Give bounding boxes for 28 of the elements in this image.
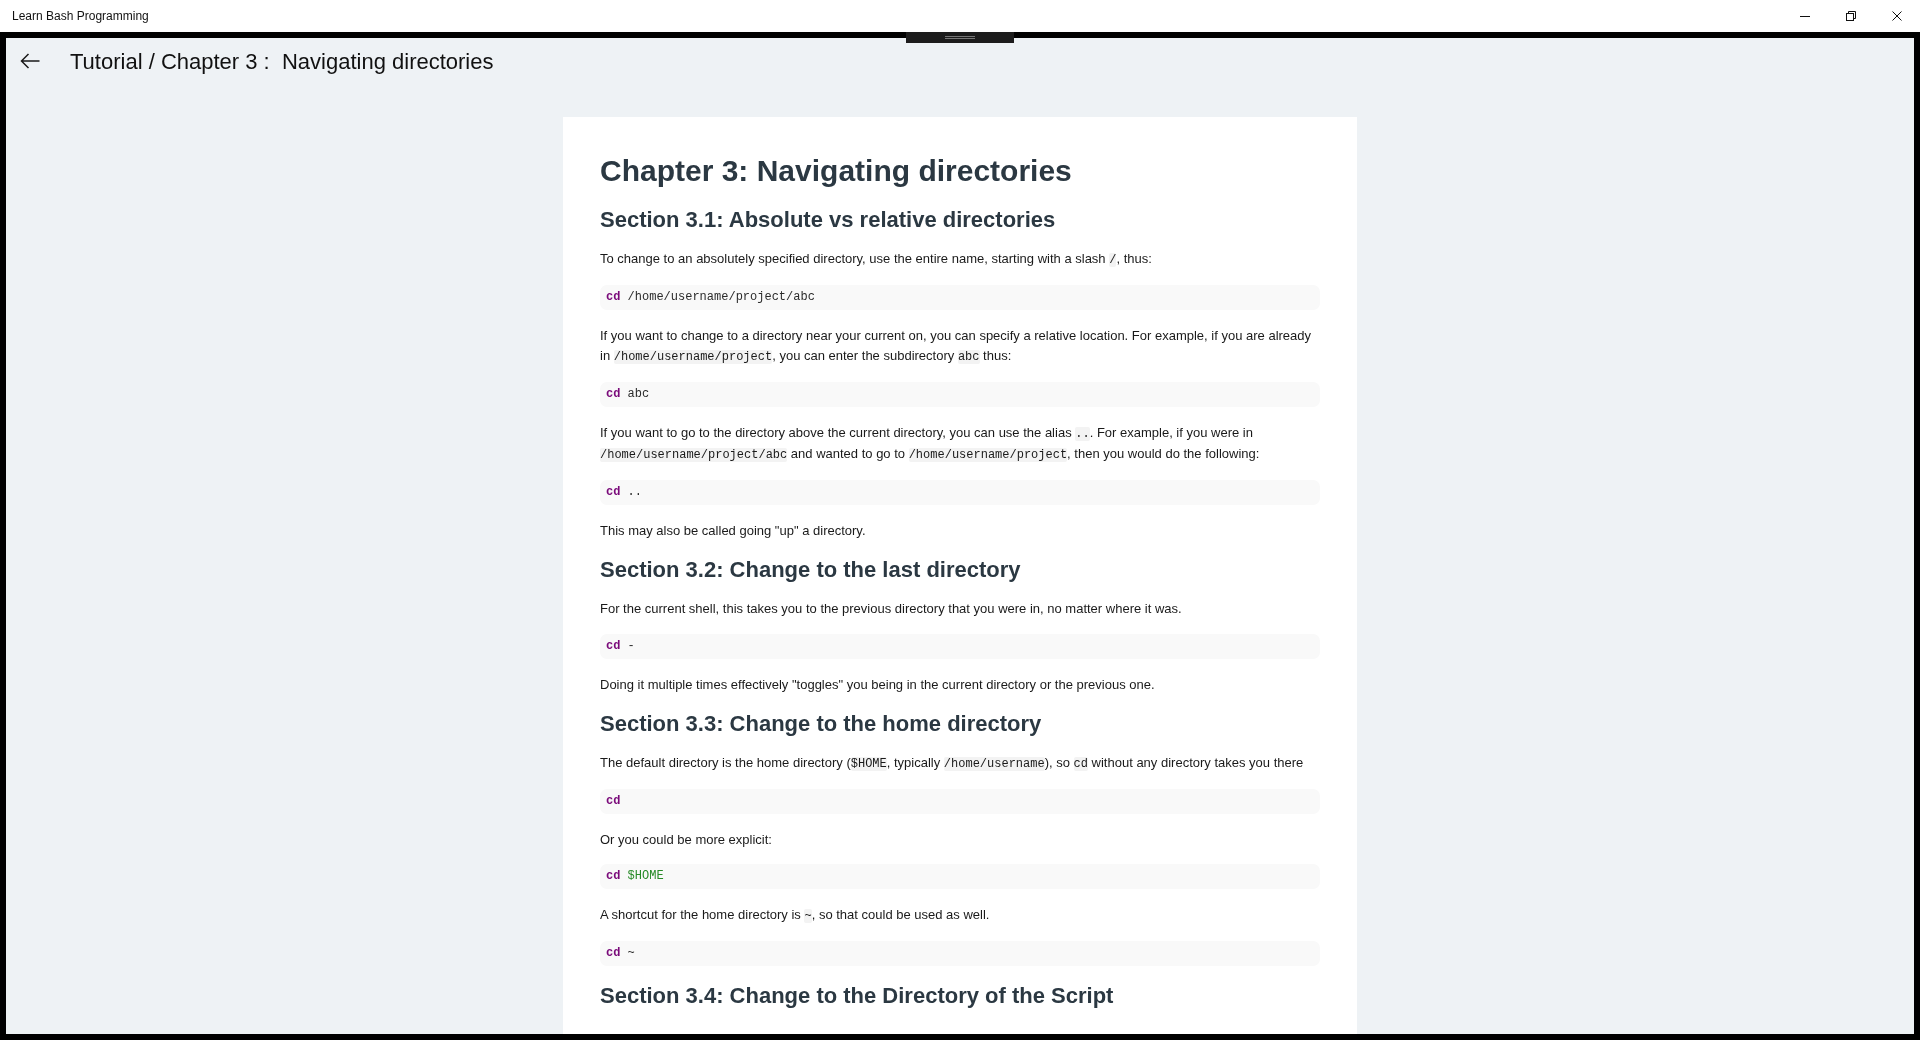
minimize-icon — [1800, 15, 1810, 17]
paragraph: If you want to go to the directory above the current directory, you can use the alias ... For example, if you were in /home/username/project/abc and wanted to go to /home/username/project, then you would do the following: — [600, 423, 1261, 464]
section-heading: Section 3.3: Change to the home directory — [600, 710, 1042, 738]
paragraph: Or you could be more explicit: — [600, 830, 773, 849]
paragraph: The default directory is the home directory ($HOME, typically /home/username), so cd without any directory takes you there — [600, 754, 1305, 773]
code-block: cd /home/username/project/abc — [600, 284, 1320, 310]
paragraph: If you want to change to a directory near your current on, you can specify a relative location. For example, if you are already in /home/username/project, you can enter the subdirectory abc thus: — [600, 326, 1313, 366]
paragraph: This may also be called going "up" a directory. — [600, 521, 867, 540]
code-block: cd .. — [600, 479, 1320, 505]
close-icon — [1892, 11, 1902, 21]
code-block: cd — [600, 788, 1320, 814]
window-title: Learn Bash Programming — [11, 8, 149, 25]
back-arrow-icon — [20, 53, 40, 69]
article-title: Chapter 3: Navigating directories — [600, 153, 1072, 189]
paragraph: Doing it multiple times effectively "toggles" you being in the current directory or the previous one. — [600, 675, 1156, 694]
paragraph: For the current shell, this takes you to the previous directory that you were in, no matter where it was. — [600, 600, 1183, 618]
section-heading: Section 3.1: Absolute vs relative directories — [600, 206, 1056, 234]
code-block: cd ~ — [600, 940, 1320, 966]
code-block: cd $HOME — [600, 864, 1320, 889]
section-heading: Section 3.4: Change to the Directory of the Script — [600, 981, 1114, 1010]
paragraph: To change to an absolutely specified directory, use the entire name, starting with a slash /, thus: — [600, 250, 1153, 269]
restore-icon — [1846, 11, 1856, 21]
drag-handle[interactable] — [906, 32, 1014, 43]
paragraph: A shortcut for the home directory is ~, so that could be used as well. — [600, 906, 991, 925]
code-block: cd abc — [600, 381, 1320, 407]
section-heading: Section 3.2: Change to the last directory — [600, 556, 1021, 584]
page-title: Tutorial / Chapter 3 : Navigating directories — [70, 47, 494, 76]
code-block: cd - — [600, 633, 1320, 659]
